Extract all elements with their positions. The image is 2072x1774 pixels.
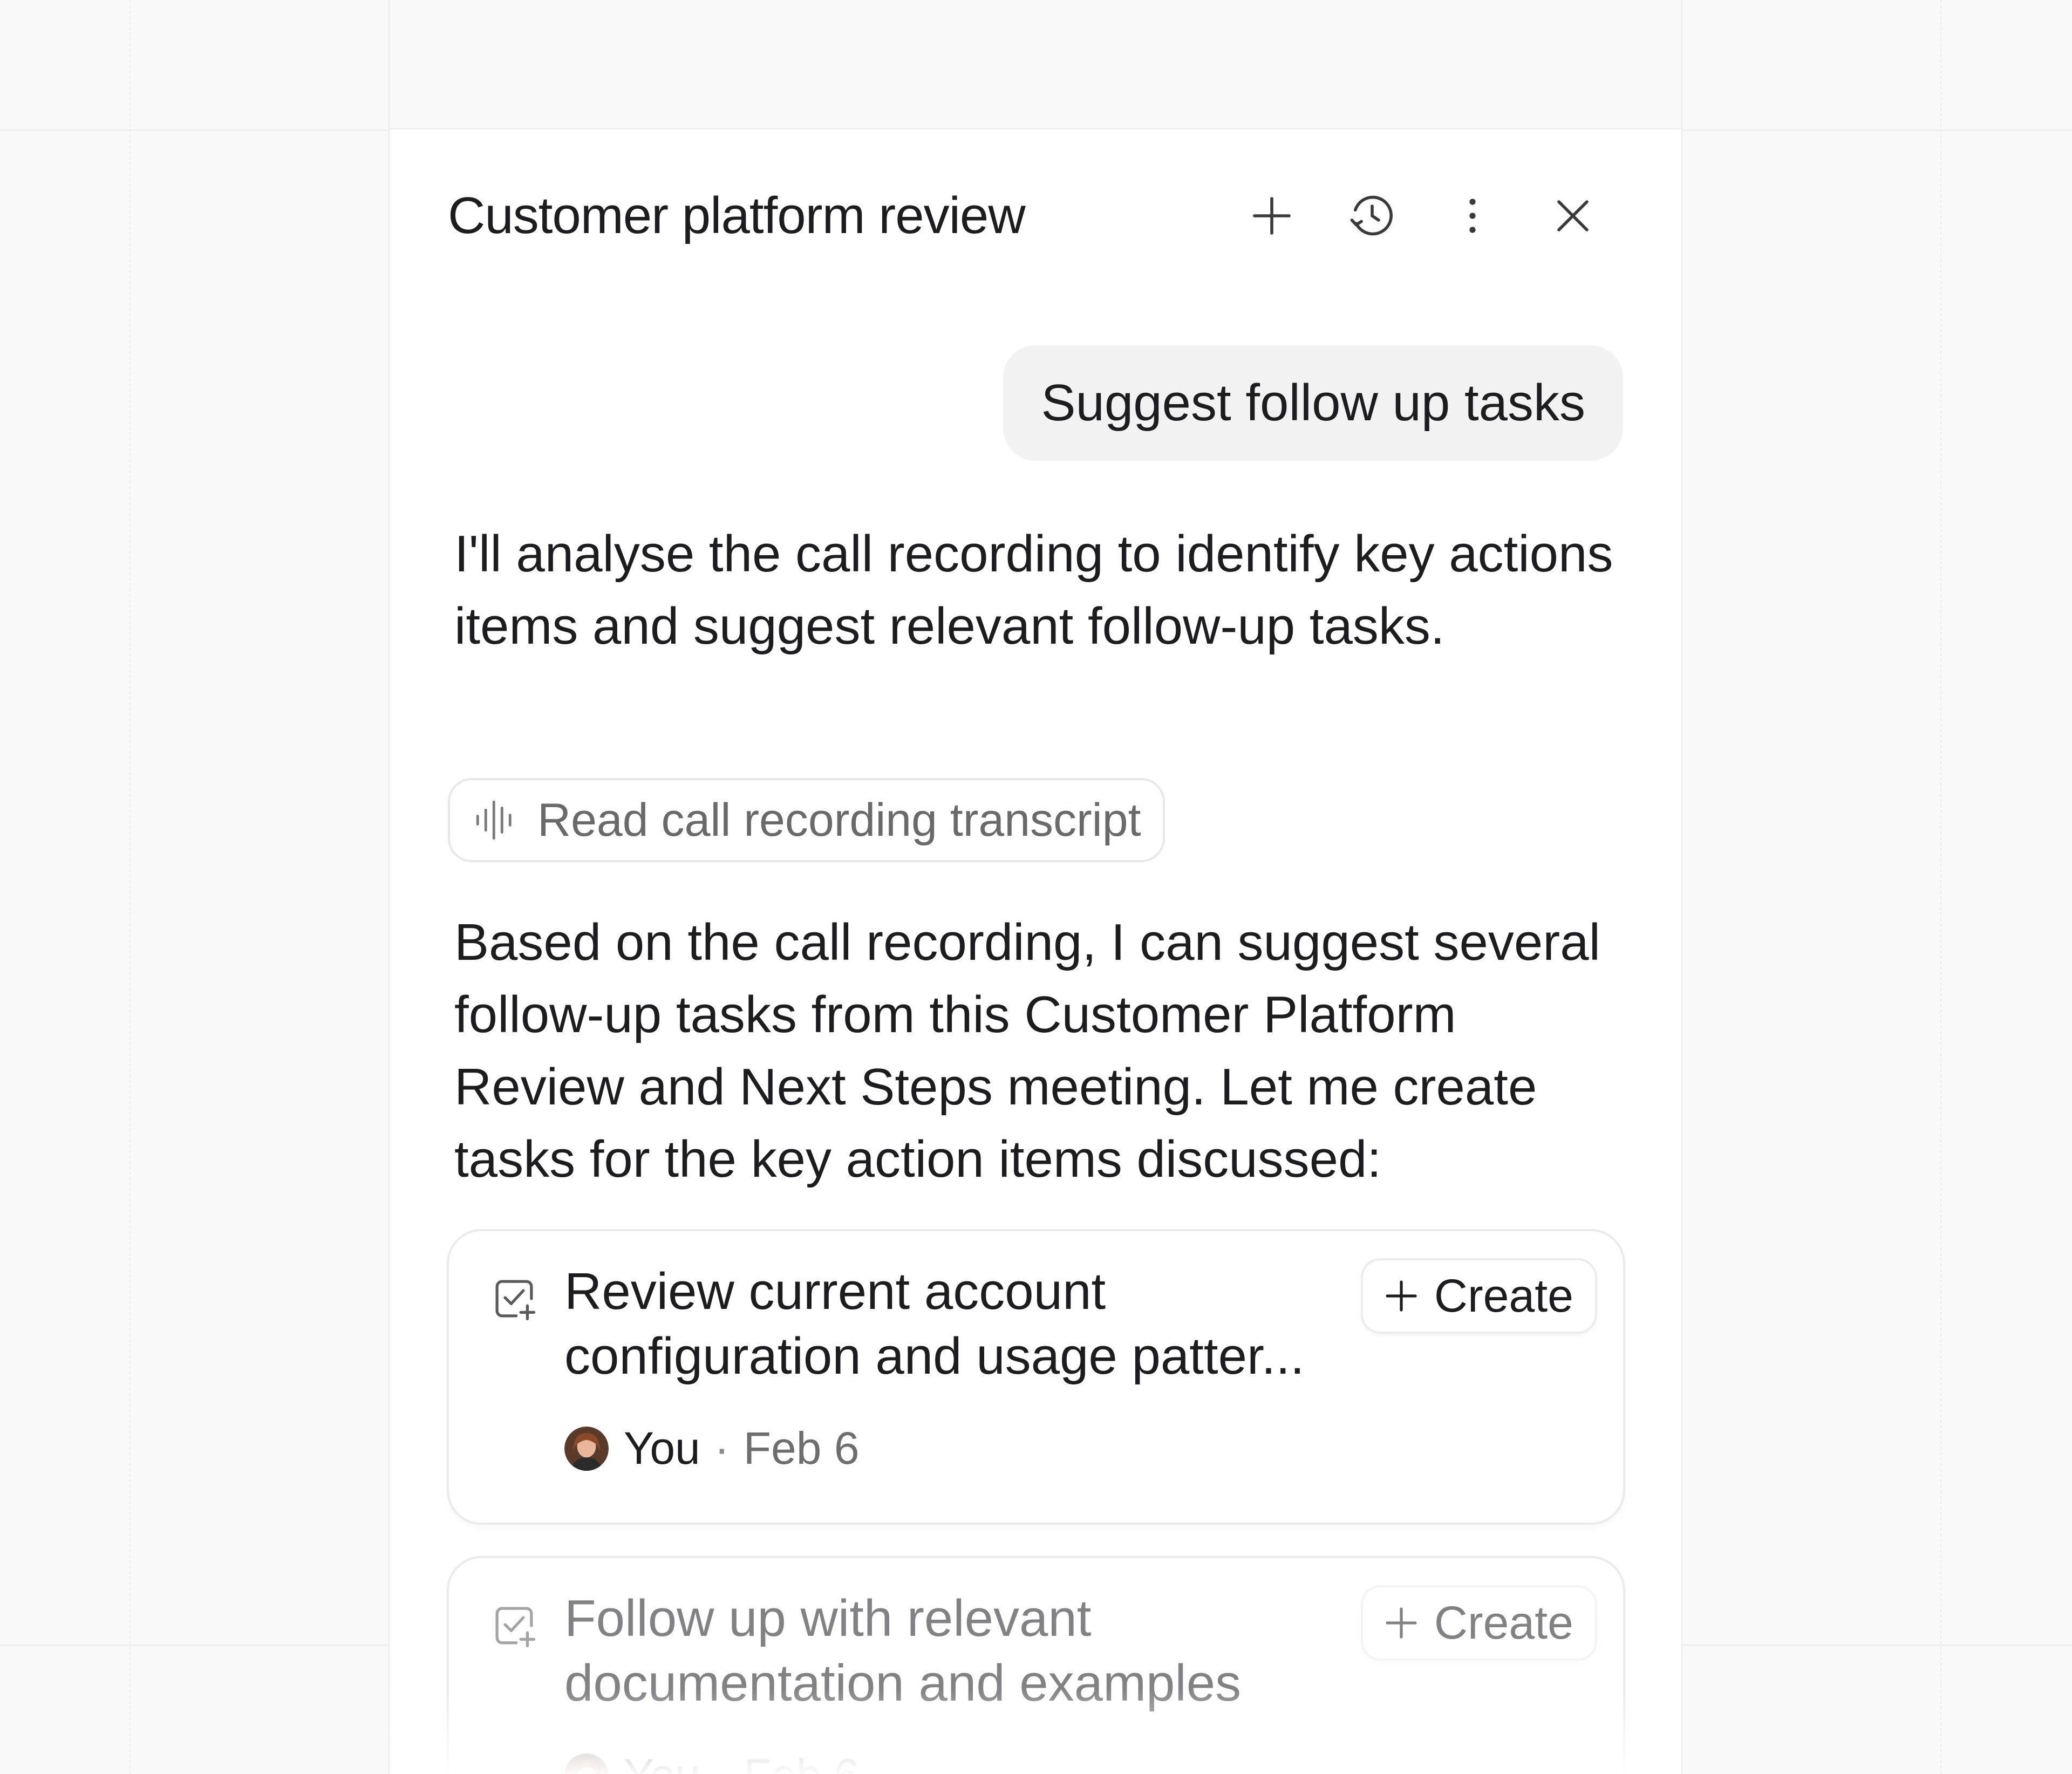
history-icon xyxy=(1350,195,1393,236)
assistant-message-followup: Based on the call recording, I can sugge… xyxy=(454,913,1600,1188)
history-button[interactable] xyxy=(1322,166,1422,266)
task-add-icon xyxy=(495,1280,536,1321)
more-options-button[interactable] xyxy=(1422,166,1523,266)
assistant-message-intro: I'll analyse the call recording to ident… xyxy=(454,525,1613,655)
user-message: Suggest follow up tasks xyxy=(1003,345,1623,461)
meta-separator: · xyxy=(714,1749,730,1774)
task-title-line: Review current account xyxy=(564,1263,1106,1320)
plus-icon xyxy=(1386,1280,1417,1312)
tool-call-chip[interactable]: Read call recording transcript xyxy=(448,778,1165,862)
background-guide xyxy=(1940,0,1941,1774)
close-icon xyxy=(1557,200,1589,231)
plus-icon xyxy=(1386,1607,1417,1639)
task-assignee: You xyxy=(624,1749,700,1774)
create-task-button[interactable]: Create xyxy=(1360,1585,1597,1661)
new-chat-button[interactable] xyxy=(1222,166,1322,266)
task-title-line: Follow up with relevant xyxy=(564,1589,1092,1647)
task-title: Review current account configuration and… xyxy=(564,1259,1352,1389)
avatar xyxy=(564,1753,609,1774)
create-task-label: Create xyxy=(1434,1596,1573,1649)
task-title-line: configuration and usage patter... xyxy=(564,1327,1305,1385)
task-assignee: You xyxy=(624,1423,700,1473)
plus-icon xyxy=(1253,197,1291,235)
audio-waveform-icon xyxy=(476,800,512,840)
close-button[interactable] xyxy=(1523,166,1623,266)
task-due-date: Feb 6 xyxy=(744,1749,860,1774)
tool-call-label: Read call recording transcript xyxy=(537,794,1141,846)
header-actions xyxy=(1222,166,1623,266)
panel-header: Customer platform review xyxy=(448,167,1623,264)
task-suggestion-card: Review current account configuration and… xyxy=(447,1229,1625,1525)
task-title-line: documentation and examples xyxy=(564,1654,1242,1712)
create-task-label: Create xyxy=(1434,1270,1573,1322)
meta-separator: · xyxy=(714,1423,730,1473)
assistant-panel: Customer platform review Suggest follow … xyxy=(388,0,1682,1774)
more-vertical-icon xyxy=(1469,199,1476,233)
task-suggestion-card: Follow up with relevant documentation an… xyxy=(447,1556,1625,1774)
conversation-title: Customer platform review xyxy=(448,187,1026,244)
panel-top-spacer xyxy=(390,0,1681,129)
task-title: Follow up with relevant documentation an… xyxy=(564,1586,1352,1716)
task-due-date: Feb 6 xyxy=(743,1423,860,1473)
task-meta: You · Feb 6 xyxy=(564,1749,860,1774)
create-task-button[interactable]: Create xyxy=(1360,1258,1597,1334)
task-add-icon xyxy=(495,1607,536,1648)
task-meta: You · Feb 6 xyxy=(564,1422,860,1475)
avatar xyxy=(564,1426,609,1471)
background-guide xyxy=(130,0,131,1774)
